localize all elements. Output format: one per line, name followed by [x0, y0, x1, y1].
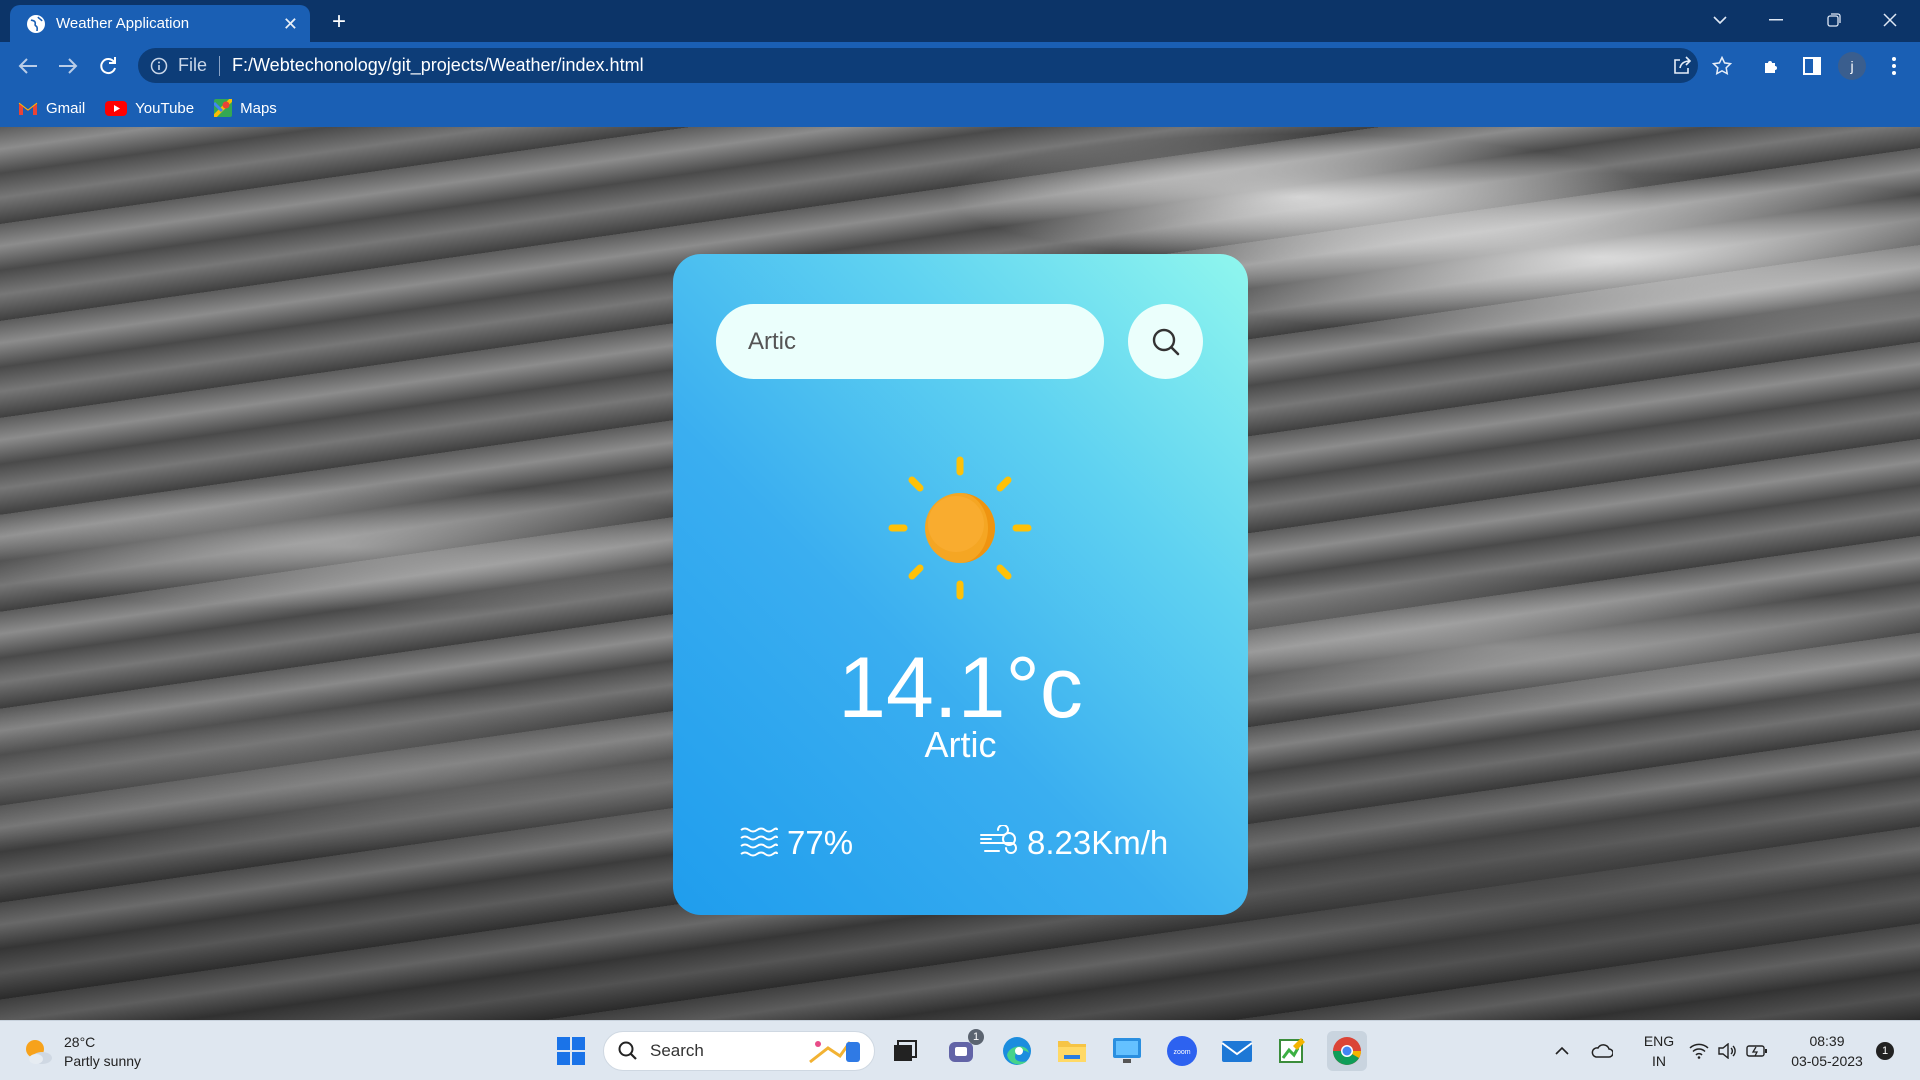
browser-toolbar: File F:/Webtechonology/git_projects/Weat…: [0, 42, 1920, 89]
bookmark-gmail[interactable]: Gmail: [18, 100, 85, 117]
city-search-input[interactable]: [716, 304, 1104, 379]
tray-overflow-chevron-icon[interactable]: [1548, 1021, 1576, 1080]
remote-desktop-button[interactable]: [1107, 1031, 1147, 1071]
teams-badge: 1: [968, 1029, 984, 1045]
paint-icon: [1279, 1038, 1305, 1063]
new-tab-button[interactable]: +: [324, 7, 354, 37]
bookmarks-bar: Gmail YouTube Maps: [0, 89, 1920, 127]
back-button[interactable]: [12, 50, 44, 82]
weather-card: 14.1°c Artic 77% 8.23Km/h: [673, 254, 1248, 915]
chrome-button[interactable]: [1327, 1031, 1367, 1071]
search-highlight-icon: [809, 1041, 860, 1064]
tab-search-chevron-icon[interactable]: [1692, 0, 1748, 40]
notification-button[interactable]: 1: [1874, 1021, 1896, 1080]
volume-icon[interactable]: [1714, 1021, 1740, 1080]
url-text[interactable]: F:/Webtechonology/git_projects/Weather/i…: [232, 55, 644, 76]
wind-stat: 8.23Km/h: [979, 824, 1168, 862]
restore-button[interactable]: [1806, 0, 1862, 40]
folder-icon: [1058, 1041, 1086, 1062]
teams-chat-button[interactable]: 1: [942, 1029, 984, 1071]
taskbar-search-label: Search: [650, 1041, 704, 1060]
url-separator: [219, 55, 221, 76]
info-icon[interactable]: [150, 57, 168, 75]
sun-icon: [888, 456, 1032, 600]
gmail-icon: [18, 102, 38, 115]
partly-sunny-icon: [26, 1040, 52, 1064]
edge-button[interactable]: [997, 1031, 1037, 1071]
taskbar-search-box[interactable]: Search: [603, 1031, 875, 1071]
bookmark-label: Maps: [240, 99, 277, 117]
task-view-button[interactable]: [885, 1031, 925, 1071]
tab-weather-application[interactable]: Weather Application ✕: [10, 5, 310, 42]
language-top: ENG: [1643, 1033, 1675, 1049]
bookmark-label: YouTube: [135, 99, 195, 117]
zoom-icon: zoom: [1167, 1036, 1197, 1066]
bookmark-label: Gmail: [46, 99, 86, 117]
notification-badge: 1: [1876, 1042, 1894, 1060]
city-name: Artic: [924, 724, 997, 765]
close-window-button[interactable]: [1862, 0, 1918, 40]
taskbar-weather-temp: 28°C: [64, 1034, 96, 1050]
task-view-icon: [894, 1040, 917, 1061]
url-scheme-label: File: [178, 55, 208, 75]
zoom-button[interactable]: zoom: [1162, 1031, 1202, 1071]
search-icon: [618, 1041, 637, 1060]
maps-icon: [214, 99, 233, 117]
search-button[interactable]: [1128, 304, 1203, 379]
menu-kebab-icon[interactable]: [1878, 50, 1910, 82]
tab-close-icon[interactable]: ✕: [283, 15, 298, 33]
profile-avatar[interactable]: j: [1838, 52, 1866, 80]
side-panel-icon[interactable]: [1796, 50, 1828, 82]
wifi-icon[interactable]: [1686, 1021, 1712, 1080]
mail-button[interactable]: [1217, 1031, 1257, 1071]
clock-date: 03-05-2023: [1791, 1053, 1863, 1069]
clock[interactable]: 08:39 03-05-2023: [1782, 1021, 1872, 1080]
onedrive-cloud-icon[interactable]: [1586, 1021, 1618, 1080]
humidity-waves-icon: [740, 827, 778, 857]
bookmark-youtube[interactable]: YouTube: [105, 100, 194, 117]
chrome-icon: [1333, 1037, 1361, 1065]
language-bottom: IN: [1652, 1053, 1666, 1069]
start-button[interactable]: [551, 1031, 591, 1071]
forward-button[interactable]: [52, 50, 84, 82]
clock-time: 08:39: [1809, 1033, 1845, 1049]
mail-icon: [1221, 1041, 1253, 1062]
bookmark-star-icon[interactable]: [1706, 50, 1738, 82]
wind-icon: [980, 825, 1017, 854]
file-explorer-button[interactable]: [1052, 1031, 1092, 1071]
windows-taskbar: 28°C Partly sunny Search 1 zoom ENG IN 0…: [0, 1020, 1920, 1080]
bookmark-maps[interactable]: Maps: [214, 99, 277, 117]
battery-icon[interactable]: [1744, 1021, 1770, 1080]
address-bar[interactable]: File F:/Webtechonology/git_projects/Weat…: [138, 48, 1698, 83]
paint-button[interactable]: [1272, 1031, 1312, 1071]
tab-title: Weather Application: [56, 15, 190, 32]
monitor-icon: [1113, 1038, 1141, 1063]
svg-text:zoom: zoom: [1173, 1049, 1190, 1056]
humidity-value: 77%: [787, 824, 854, 861]
language-indicator[interactable]: ENG IN: [1636, 1021, 1682, 1080]
share-icon[interactable]: [1666, 50, 1698, 82]
search-icon: [1152, 328, 1179, 355]
minimize-button[interactable]: [1748, 0, 1804, 40]
humidity-stat: 77%: [739, 824, 853, 862]
globe-icon: [27, 14, 45, 33]
reload-button[interactable]: [92, 50, 124, 82]
taskbar-weather-desc: Partly sunny: [64, 1053, 142, 1069]
youtube-icon: [105, 100, 128, 116]
edge-icon: [1003, 1037, 1031, 1065]
extensions-puzzle-icon[interactable]: [1756, 50, 1788, 82]
browser-tab-strip: Weather Application ✕ +: [0, 0, 1920, 42]
windows-logo-icon: [557, 1037, 585, 1065]
wind-speed-value: 8.23Km/h: [1027, 824, 1169, 861]
taskbar-weather-widget[interactable]: 28°C Partly sunny: [22, 1033, 141, 1071]
